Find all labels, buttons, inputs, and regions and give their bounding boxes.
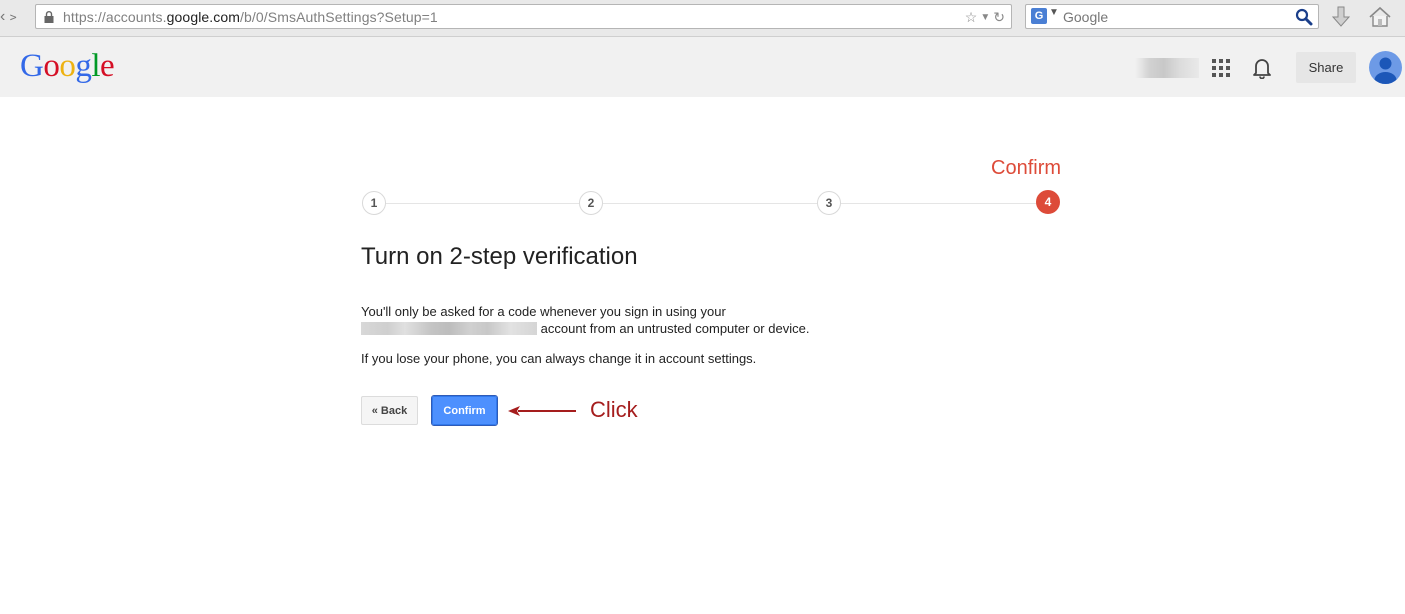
avatar-silhouette-icon bbox=[1374, 57, 1397, 84]
step-connector bbox=[841, 203, 1037, 204]
step-connector bbox=[386, 203, 579, 204]
redacted-user-name[interactable] bbox=[1135, 58, 1199, 78]
confirm-button[interactable]: Confirm bbox=[431, 395, 498, 426]
logo-letter: l bbox=[91, 48, 101, 84]
apps-grid-icon[interactable] bbox=[1212, 59, 1230, 77]
google-logo[interactable]: Google bbox=[20, 48, 115, 85]
info-line-2: account from an untrusted computer or de… bbox=[540, 321, 810, 336]
notifications-bell-icon[interactable] bbox=[1252, 57, 1272, 79]
google-plus-search-engine-icon[interactable]: G bbox=[1031, 8, 1047, 24]
back-button[interactable]: « Back bbox=[361, 396, 418, 425]
lock-icon bbox=[44, 11, 54, 23]
phone-info-paragraph: If you lose your phone, you can always c… bbox=[361, 351, 757, 366]
redacted-email bbox=[361, 322, 537, 335]
address-bar[interactable]: https://accounts.google.com/b/0/SmsAuthS… bbox=[35, 4, 1012, 29]
avatar[interactable] bbox=[1369, 51, 1402, 84]
back-arrow-icon[interactable]: ‹﹥ bbox=[0, 7, 22, 27]
search-engine-dropdown-icon[interactable]: ▼ bbox=[1049, 7, 1059, 18]
annotation-arrow-icon bbox=[508, 406, 576, 416]
search-box[interactable]: G ▼ Google bbox=[1025, 4, 1319, 29]
share-button[interactable]: Share bbox=[1296, 52, 1356, 83]
step-2: 2 bbox=[579, 191, 603, 215]
reload-icon[interactable]: ↻ bbox=[993, 9, 1005, 26]
info-paragraph: You'll only be asked for a code whenever… bbox=[361, 303, 809, 337]
step-1: 1 bbox=[362, 191, 386, 215]
home-icon[interactable] bbox=[1368, 5, 1392, 29]
annotation-click-label: Click bbox=[590, 397, 638, 422]
browser-toolbar: ‹﹥ https://accounts.google.com/b/0/SmsAu… bbox=[0, 0, 1405, 37]
step-3: 3 bbox=[817, 191, 841, 215]
info-line-1: You'll only be asked for a code whenever… bbox=[361, 304, 726, 319]
step-connector bbox=[603, 203, 817, 204]
dropdown-arrow-icon[interactable]: ▼ bbox=[980, 12, 990, 23]
logo-letter: G bbox=[20, 48, 44, 84]
url-text: https://accounts.google.com/b/0/SmsAuthS… bbox=[63, 9, 438, 25]
current-step-label: Confirm bbox=[991, 157, 1062, 179]
logo-letter: e bbox=[100, 48, 115, 84]
logo-letter: g bbox=[75, 48, 92, 84]
search-input[interactable]: Google bbox=[1063, 9, 1108, 25]
search-icon[interactable] bbox=[1295, 8, 1313, 26]
bookmark-star-icon[interactable]: ☆ bbox=[965, 9, 978, 26]
step-4-active: 4 bbox=[1036, 190, 1060, 214]
download-icon[interactable] bbox=[1330, 5, 1352, 29]
logo-letter: o bbox=[43, 48, 60, 84]
page-title: Turn on 2-step verification bbox=[361, 243, 638, 270]
google-header: Google Share bbox=[0, 37, 1405, 97]
logo-letter: o bbox=[59, 48, 76, 84]
